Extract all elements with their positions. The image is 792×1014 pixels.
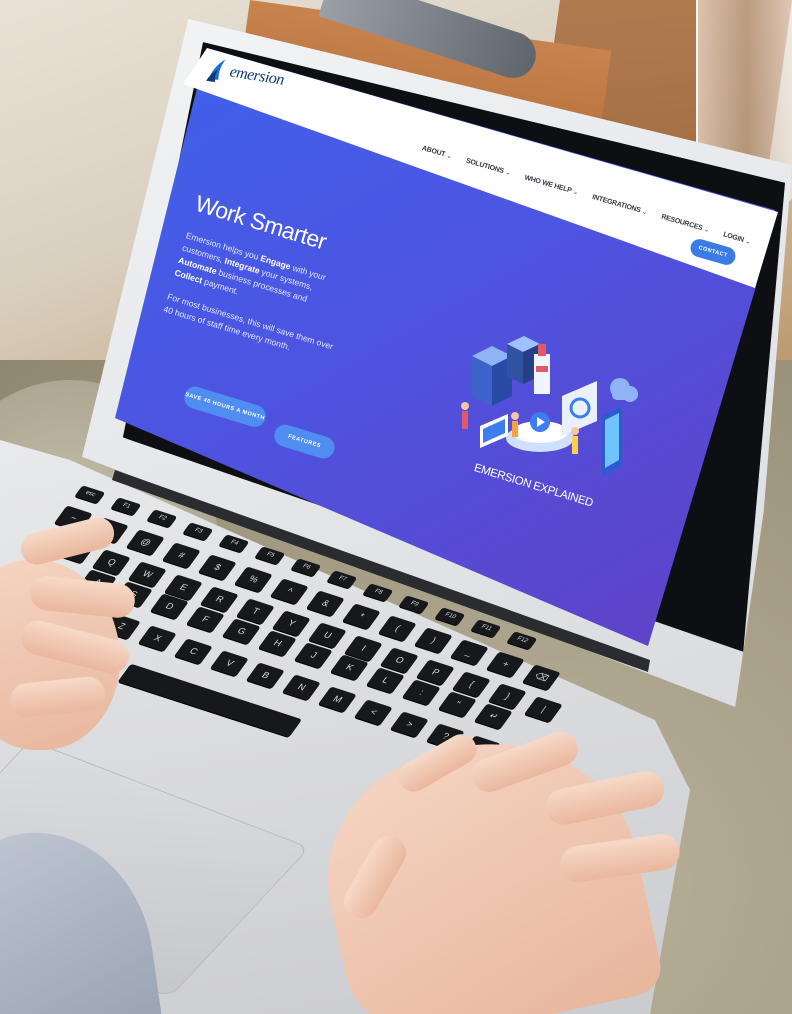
key-0-6[interactable]: F6 [290, 558, 322, 577]
key-0-10[interactable]: F10 [434, 607, 466, 626]
key-4-2[interactable]: X [138, 625, 177, 652]
key-4-7[interactable]: M [318, 686, 357, 713]
key-4-6[interactable]: N [282, 674, 321, 701]
key-1-7[interactable]: & [306, 590, 345, 617]
key-0-3[interactable]: F3 [182, 521, 214, 541]
key-0-0[interactable]: esc [74, 485, 106, 504]
key-4-9[interactable]: > [390, 711, 429, 738]
key-0-12[interactable]: F12 [506, 631, 538, 651]
key-1-5[interactable]: % [234, 566, 273, 593]
key-1-3[interactable]: # [162, 541, 201, 569]
key-1-2[interactable]: @ [126, 529, 165, 556]
key-0-4[interactable]: F4 [218, 534, 250, 553]
key-1-12[interactable]: + [486, 651, 525, 678]
key-4-5[interactable]: B [246, 662, 285, 689]
key-1-8[interactable]: * [342, 602, 381, 630]
key-0-5[interactable]: F5 [254, 546, 286, 565]
key-0-1[interactable]: F1 [110, 497, 142, 516]
key-1-11[interactable]: _ [450, 639, 489, 666]
key-1-4[interactable]: $ [198, 554, 237, 581]
key-0-7[interactable]: F7 [326, 570, 358, 590]
key-1-6[interactable]: ^ [270, 578, 309, 605]
key-4-8[interactable]: < [354, 698, 393, 726]
key-0-9[interactable]: F9 [398, 595, 430, 614]
key-1-10[interactable]: ) [414, 627, 453, 654]
key-1-9[interactable]: ( [378, 615, 417, 642]
key-0-11[interactable]: F11 [470, 619, 502, 638]
key-2-13[interactable]: | [524, 695, 563, 723]
key-0-2[interactable]: F2 [146, 509, 178, 529]
key-1-13[interactable]: ⌫ [522, 663, 561, 691]
photo-scene: emersion ABOUT⌄ SOLUTIONS⌄ WHO WE HELP⌄ … [0, 0, 792, 1014]
key-0-8[interactable]: F8 [362, 582, 394, 602]
key-4-3[interactable]: C [174, 637, 213, 665]
key-4-4[interactable]: V [210, 650, 249, 677]
